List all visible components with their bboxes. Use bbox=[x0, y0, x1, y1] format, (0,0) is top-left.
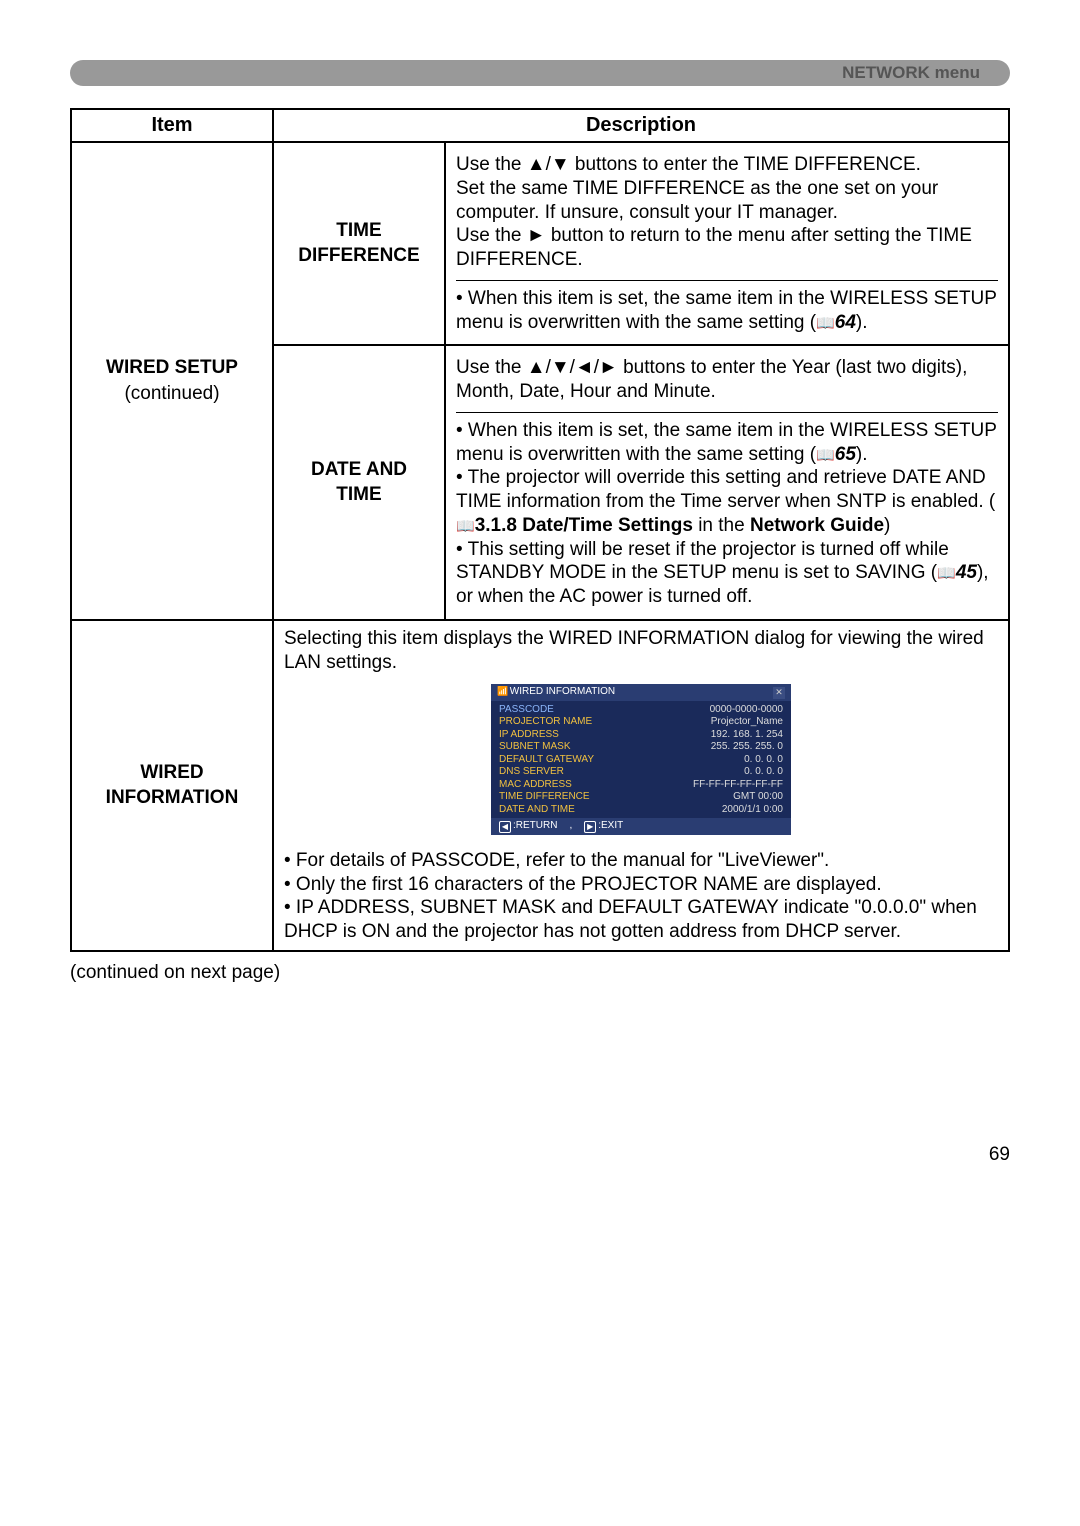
dialog-value: 255. 255. 255. 0 bbox=[691, 741, 783, 754]
book-icon: 📖 bbox=[816, 315, 835, 334]
header-item: Item bbox=[71, 109, 273, 142]
item-wired-setup-l1: WIRED SETUP bbox=[106, 357, 238, 378]
dialog-value: 0. 0. 0. 0 bbox=[724, 754, 783, 767]
close-icon[interactable]: ✕ bbox=[773, 687, 785, 699]
dt-p2a-prefix: • When this item is set, the same item i… bbox=[456, 420, 997, 465]
dialog-value: FF-FF-FF-FF-FF-FF bbox=[673, 779, 783, 792]
return-button[interactable]: ◀:RETURN bbox=[499, 820, 557, 833]
td-p2a-suffix: ). bbox=[856, 312, 868, 333]
wired-info-dialog: 📶 WIRED INFORMATION ✕ PASSCODE 0000-0000-… bbox=[491, 684, 791, 835]
book-icon: 📖 bbox=[456, 518, 475, 537]
book-icon: 📖 bbox=[816, 447, 835, 466]
sub-time-difference-l1: TIME bbox=[336, 220, 381, 241]
item-wired-setup-l2: (continued) bbox=[124, 383, 219, 404]
settings-table: Item Description WIRED SETUP (continued)… bbox=[70, 108, 1010, 952]
wi-b3: • IP ADDRESS, SUBNET MASK and DEFAULT GA… bbox=[284, 896, 998, 944]
dialog-key: TIME DIFFERENCE bbox=[499, 791, 590, 804]
dialog-key: MAC ADDRESS bbox=[499, 779, 572, 792]
dt-p2a-suffix: ). bbox=[856, 444, 868, 465]
dt-p2c-prefix: • This setting will be reset if the proj… bbox=[456, 539, 949, 584]
td-p1b: Set the same TIME DIFFERENCE as the one … bbox=[456, 178, 938, 223]
sub-date-and-time: DATE AND TIME bbox=[273, 345, 445, 620]
dialog-key: DNS SERVER bbox=[499, 766, 564, 779]
dialog-row: SUBNET MASK 255. 255. 255. 0 bbox=[499, 741, 783, 754]
sub-date-time-l2: TIME bbox=[336, 484, 381, 505]
dialog-row: DEFAULT GATEWAY 0. 0. 0. 0 bbox=[499, 754, 783, 767]
dialog-row: MAC ADDRESS FF-FF-FF-FF-FF-FF bbox=[499, 779, 783, 792]
dt-p2b-suffix: ) bbox=[884, 515, 890, 536]
dt-p2b-prefix: • The projector will override this setti… bbox=[456, 467, 995, 512]
sub-time-difference-l2: DIFFERENCE bbox=[298, 245, 419, 266]
item-wired-information: WIRED INFORMATION bbox=[71, 620, 273, 951]
dialog-value: GMT 00:00 bbox=[713, 791, 783, 804]
dialog-title: WIRED INFORMATION bbox=[510, 686, 615, 697]
wi-intro: Selecting this item displays the WIRED I… bbox=[284, 627, 998, 675]
dialog-key: DATE AND TIME bbox=[499, 804, 575, 817]
item-wired-info-l2: INFORMATION bbox=[106, 787, 239, 808]
dialog-key: DEFAULT GATEWAY bbox=[499, 754, 594, 767]
td-p2a-prefix: • When this item is set, the same item i… bbox=[456, 288, 997, 333]
return-icon: ◀ bbox=[499, 821, 511, 833]
section-header: NETWORK menu bbox=[70, 60, 1010, 86]
desc-wired-information: Selecting this item displays the WIRED I… bbox=[273, 620, 1009, 951]
dt-p2b-ref2: Network Guide bbox=[750, 515, 884, 536]
dialog-key: PROJECTOR NAME bbox=[499, 716, 592, 729]
dialog-row: TIME DIFFERENCE GMT 00:00 bbox=[499, 791, 783, 804]
dialog-row: DATE AND TIME 2000/1/1 0:00 bbox=[499, 804, 783, 817]
desc-time-difference: Use the ▲/▼ buttons to enter the TIME DI… bbox=[445, 142, 1009, 345]
header-description: Description bbox=[273, 109, 1009, 142]
book-icon: 📖 bbox=[937, 565, 956, 584]
section-title: NETWORK menu bbox=[842, 63, 980, 83]
dialog-key: PASSCODE bbox=[499, 704, 554, 717]
desc-date-and-time: Use the ▲/▼/◄/► buttons to enter the Yea… bbox=[445, 345, 1009, 620]
sub-date-time-l1: DATE AND bbox=[311, 459, 407, 480]
dialog-row: PROJECTOR NAME Projector_Name bbox=[499, 716, 783, 729]
dialog-value: 192. 168. 1. 254 bbox=[691, 729, 783, 742]
sub-time-difference: TIME DIFFERENCE bbox=[273, 142, 445, 345]
td-p2a-ref: 64 bbox=[835, 312, 856, 333]
signal-icon: 📶 bbox=[497, 686, 507, 696]
exit-button[interactable]: ▶:EXIT bbox=[584, 820, 623, 833]
td-p1a: Use the ▲/▼ buttons to enter the TIME DI… bbox=[456, 154, 921, 175]
item-wired-info-l1: WIRED bbox=[140, 762, 203, 783]
dt-p2c-ref: 45 bbox=[956, 562, 977, 583]
dialog-value: 2000/1/1 0:00 bbox=[702, 804, 783, 817]
item-wired-setup: WIRED SETUP (continued) bbox=[71, 142, 273, 620]
dt-p1: Use the ▲/▼/◄/► buttons to enter the Yea… bbox=[456, 357, 967, 402]
page-number: 69 bbox=[70, 1144, 1010, 1166]
dt-p2b-ref: 3.1.8 Date/Time Settings bbox=[475, 515, 693, 536]
dialog-value: 0000-0000-0000 bbox=[690, 704, 783, 717]
dialog-row: PASSCODE 0000-0000-0000 bbox=[499, 704, 783, 717]
wi-b1: • For details of PASSCODE, refer to the … bbox=[284, 849, 998, 873]
dialog-row: IP ADDRESS 192. 168. 1. 254 bbox=[499, 729, 783, 742]
continued-note: (continued on next page) bbox=[70, 962, 1010, 984]
dt-p2b-mid: in the bbox=[693, 515, 750, 536]
dt-p2a-ref: 65 bbox=[835, 444, 856, 465]
dialog-key: SUBNET MASK bbox=[499, 741, 571, 754]
dialog-key: IP ADDRESS bbox=[499, 729, 559, 742]
wi-b2: • Only the first 16 characters of the PR… bbox=[284, 873, 998, 897]
exit-icon: ▶ bbox=[584, 821, 596, 833]
td-p1c: Use the ► button to return to the menu a… bbox=[456, 225, 972, 270]
dialog-value: 0. 0. 0. 0 bbox=[724, 766, 783, 779]
dialog-value: Projector_Name bbox=[691, 716, 783, 729]
dialog-row: DNS SERVER 0. 0. 0. 0 bbox=[499, 766, 783, 779]
